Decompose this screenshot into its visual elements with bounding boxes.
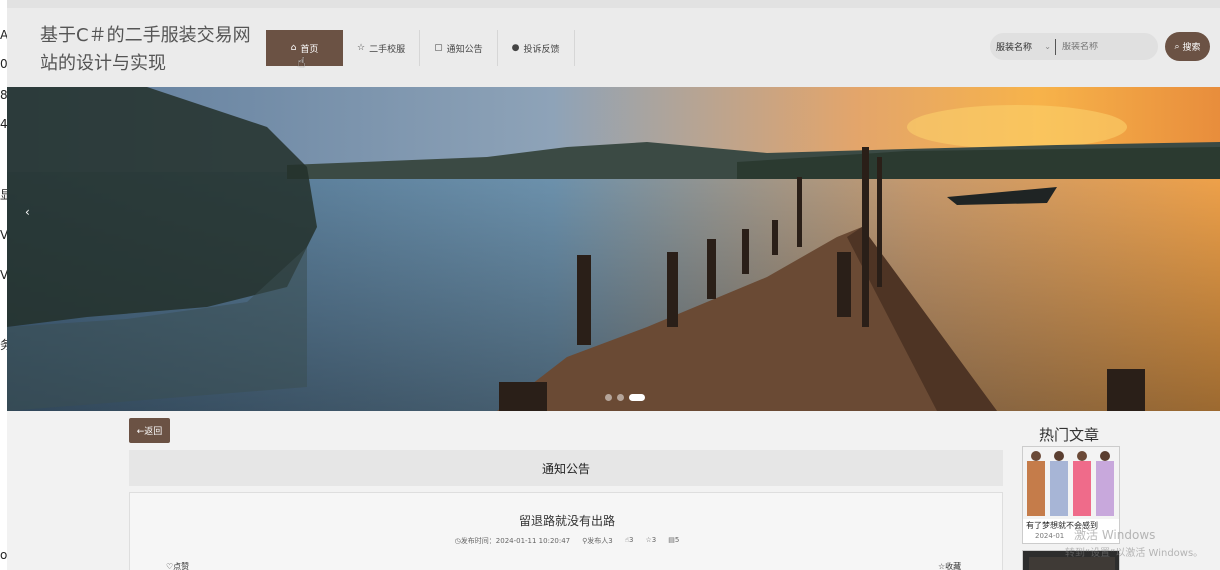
site-title: 基于C＃的二手服装交易网站的设计与实现: [40, 25, 251, 74]
star-count-text: 3: [651, 536, 657, 544]
edge-char: 8: [0, 88, 7, 102]
carousel-dot[interactable]: [605, 394, 612, 401]
windows-activation-hint: 转到“设置”以激活 Windows。: [1065, 548, 1204, 559]
nav-label: 首页: [300, 44, 319, 55]
article-meta: ◷发布时间：2024-01-11 10:20:47 ⚲发布人3 ☝3 ☆3 ▤5: [130, 536, 1004, 546]
info-icon: ●: [511, 43, 520, 53]
search-icon: ⌕: [1174, 41, 1180, 52]
nav-label: 通知公告: [446, 44, 483, 55]
nav-notices[interactable]: ▢ 通知公告: [420, 30, 498, 66]
nav-label: 投诉反馈: [523, 44, 560, 55]
edge-char: V: [0, 268, 7, 282]
like-count-text: 3: [629, 536, 634, 544]
windows-activation-watermark: 激活 Windows: [1074, 528, 1156, 542]
edge-char: 0: [0, 57, 7, 71]
browser-top-bar: [7, 0, 1220, 8]
nav-feedback[interactable]: ● 投诉反馈: [498, 30, 575, 66]
edge-char: ov: [0, 548, 7, 562]
search-button-label: 搜索: [1182, 43, 1201, 53]
favorite-label: 收藏: [945, 562, 962, 570]
hot-article-image: [1023, 447, 1119, 519]
hot-article-date: 2024-01: [1035, 532, 1065, 540]
like-label: 点赞: [173, 562, 190, 570]
hero-carousel: ‹: [7, 87, 1220, 411]
left-window-edge: A 0 8 4 显 V V 务 ov: [0, 0, 7, 570]
search-bar: 服装名称 ⌄: [990, 33, 1158, 60]
like-button[interactable]: ♡点赞: [166, 561, 189, 570]
bag-icon: ▢: [434, 43, 443, 53]
doc-icon: ▤: [668, 536, 675, 544]
back-button[interactable]: ←返回: [129, 418, 170, 443]
hand-cursor-icon: ☝: [297, 55, 306, 71]
edge-char: 4: [0, 117, 7, 131]
edge-char: A: [0, 28, 7, 42]
article-title: 留退路就没有出路: [518, 514, 615, 528]
view-count-text: 5: [674, 536, 680, 544]
like-count: ☝3: [625, 536, 634, 546]
edge-char: 务: [0, 338, 7, 352]
notice-article: 留退路就没有出路 ◷发布时间：2024-01-11 10:20:47 ⚲发布人3…: [129, 492, 1003, 570]
search-button[interactable]: ⌕ 搜索: [1165, 32, 1210, 61]
publish-time: ◷发布时间：2024-01-11 10:20:47: [455, 536, 570, 546]
main-content: ←返回 通知公告 留退路就没有出路 ◷发布时间：2024-01-11 10:20…: [7, 411, 1220, 570]
nav-uniforms[interactable]: ☆ 二手校服: [343, 30, 421, 66]
favorite-button[interactable]: ☆收藏: [938, 561, 961, 570]
section-title: 通知公告: [129, 450, 1003, 486]
nav-label: 二手校服: [369, 44, 406, 55]
publisher-text: 发布人3: [587, 537, 613, 545]
carousel-dot[interactable]: [617, 394, 624, 401]
star-icon: ☆: [357, 43, 366, 53]
publish-time-text: 发布时间：2024-01-11 10:20:47: [460, 537, 571, 545]
main-nav: ⌂ 首页 ☆ 二手校服 ▢ 通知公告 ● 投诉反馈: [266, 30, 575, 66]
carousel-dots: [605, 394, 645, 401]
publisher: ⚲发布人3: [582, 536, 613, 546]
lake-dock-image: [7, 87, 1220, 411]
carousel-dot-active[interactable]: [629, 394, 645, 401]
search-input[interactable]: [1056, 41, 1152, 52]
edge-char: V: [0, 228, 7, 242]
home-icon: ⌂: [290, 43, 297, 53]
view-count: ▤5: [668, 536, 679, 546]
hot-articles-title: 热门文章: [1039, 426, 1100, 444]
chevron-down-icon: ⌄: [1044, 42, 1051, 51]
search-field-select[interactable]: 服装名称 ⌄: [990, 38, 1056, 55]
carousel-prev-icon[interactable]: ‹: [25, 205, 30, 219]
search-field-label: 服装名称: [996, 43, 1033, 53]
star-count: ☆3: [645, 536, 656, 546]
site-header: 基于C＃的二手服装交易网站的设计与实现 ⌂ 首页 ☆ 二手校服 ▢ 通知公告 ●…: [7, 8, 1220, 87]
edge-char: 显: [0, 188, 7, 202]
